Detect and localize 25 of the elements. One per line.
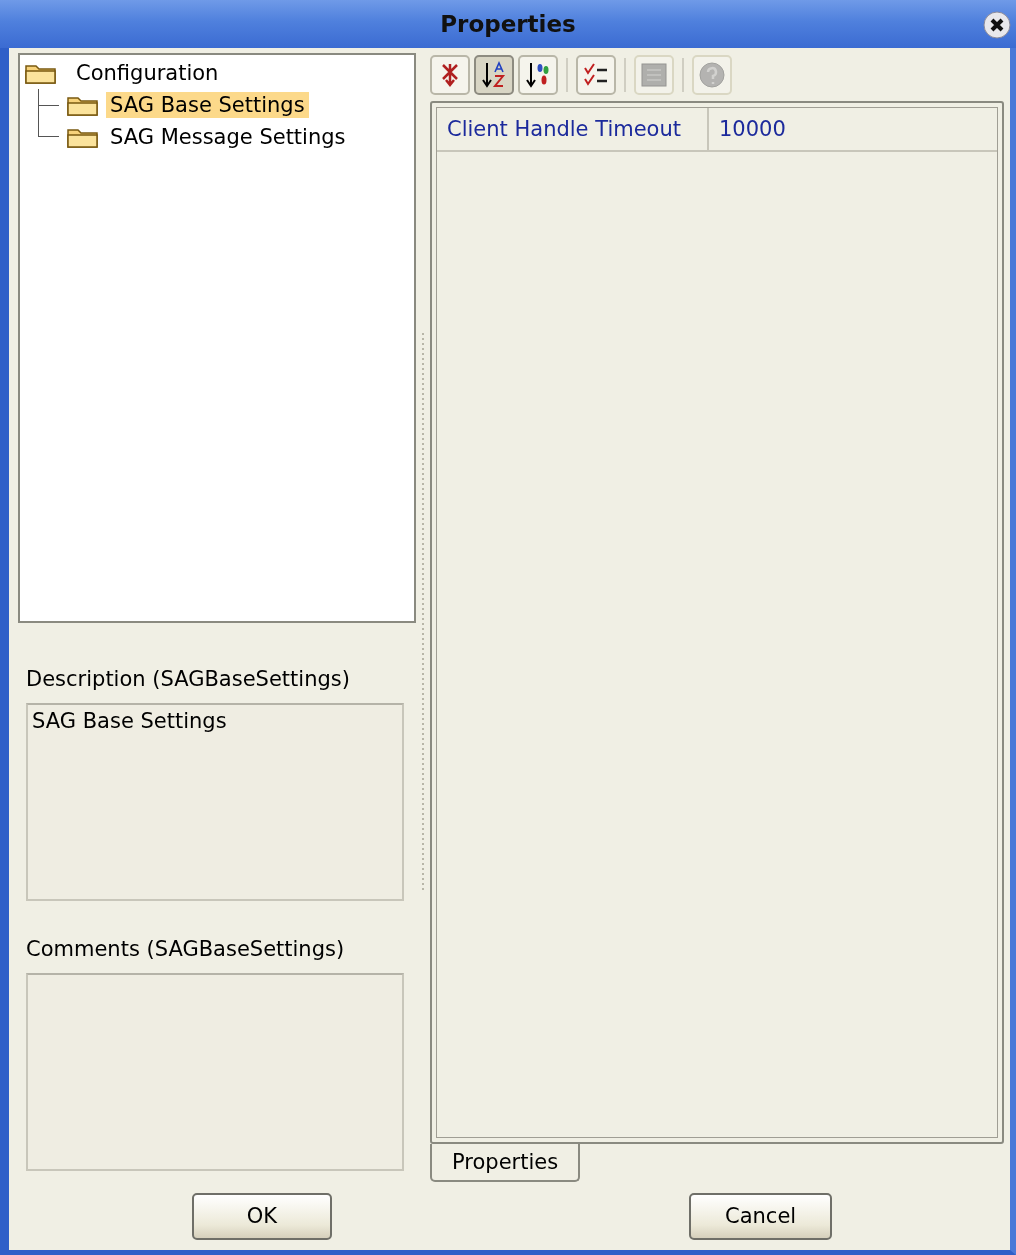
toolbar-button[interactable] — [518, 55, 558, 95]
cancel-button[interactable]: Cancel — [689, 1192, 833, 1240]
sort-tags-icon — [525, 61, 551, 89]
tree-item[interactable]: Configuration — [72, 60, 223, 86]
property-name: Client Handle Timeout — [437, 108, 709, 150]
asterisk-arrow-icon — [439, 62, 461, 88]
close-icon[interactable] — [982, 10, 1012, 40]
tree-item[interactable]: SAG Message Settings — [106, 124, 350, 150]
grid-icon — [640, 62, 668, 88]
toolbar-button[interactable] — [474, 55, 514, 95]
toolbar-button[interactable] — [430, 55, 470, 95]
description-field[interactable]: SAG Base Settings — [26, 703, 404, 901]
tab[interactable]: Properties — [430, 1144, 581, 1182]
window-title: Properties — [440, 11, 576, 37]
help-icon — [698, 61, 726, 89]
property-value[interactable]: 10000 — [709, 108, 997, 150]
toolbar-button[interactable] — [576, 55, 616, 95]
checklist-icon — [582, 62, 610, 88]
comments-field[interactable] — [26, 973, 404, 1171]
tree-item[interactable]: SAG Base Settings — [106, 92, 309, 118]
splitter-handle[interactable] — [422, 333, 424, 893]
ok-button[interactable]: OK — [192, 1192, 332, 1240]
comments-label: Comments (SAGBaseSettings) — [26, 937, 346, 961]
sort-alphabetical-icon — [481, 61, 507, 89]
description-label: Description (SAGBaseSettings) — [26, 667, 351, 691]
